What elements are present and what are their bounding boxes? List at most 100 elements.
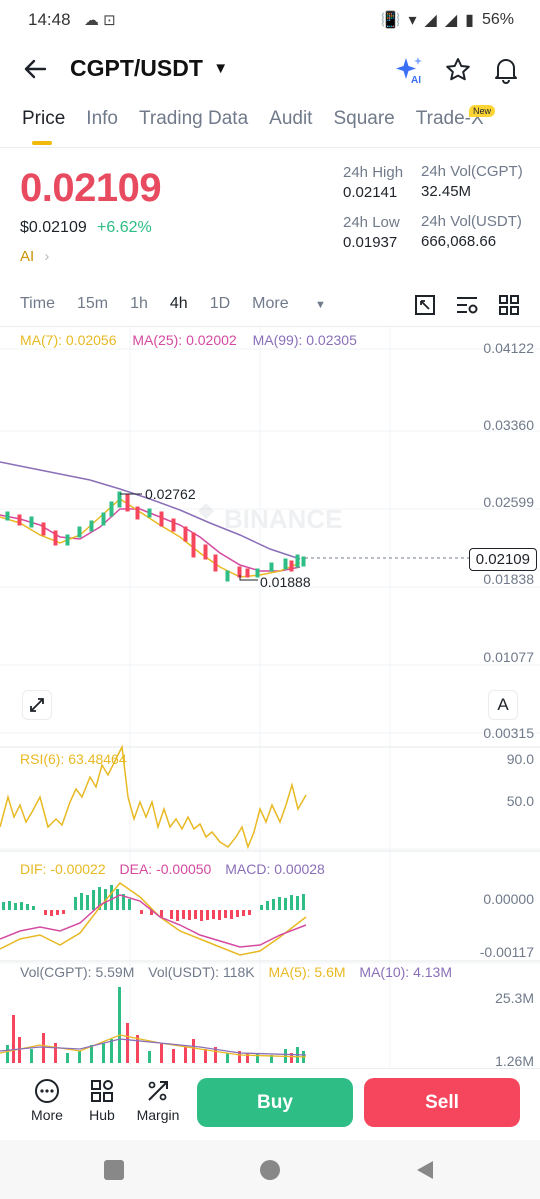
tab-square[interactable]: Square (333, 108, 394, 130)
price-axis-3: 0.02599 (483, 494, 534, 510)
price-axis-5: 0.01077 (483, 649, 534, 665)
vibrate-icon: 📳 (380, 12, 401, 29)
tab-audit[interactable]: Audit (269, 108, 312, 130)
ma99-label: MA(99): 0.02305 (252, 332, 357, 348)
tab-info[interactable]: Info (86, 108, 118, 130)
recent-apps-icon[interactable] (104, 1160, 124, 1180)
interval-1d[interactable]: 1D (210, 295, 230, 313)
low-marker: 0.01888 (260, 574, 311, 590)
status-icons: 📳 ▾ ◢ ◢ ▮ 56% (381, 10, 514, 30)
back-arrow-icon (24, 59, 47, 79)
expand-diagonal-icon (30, 698, 44, 712)
tab-trading-data[interactable]: Trading Data (139, 108, 248, 130)
ai-sparkle-icon: AI (396, 57, 422, 86)
battery-icon: ▮ (465, 12, 474, 29)
active-tab-indicator (32, 141, 52, 145)
tab-price[interactable]: Price (22, 108, 65, 130)
layout-grid-button[interactable] (498, 294, 520, 321)
pair-selector[interactable]: CGPT/USDT ▼ (70, 55, 228, 82)
new-badge: New (469, 105, 496, 117)
chart-expand-button[interactable] (414, 294, 436, 321)
more-dots-icon (35, 1079, 59, 1103)
vol-quote-label: 24h Vol(USDT) (421, 213, 522, 230)
interval-4h[interactable]: 4h (170, 295, 188, 313)
buy-button[interactable]: Buy (197, 1078, 353, 1127)
rsi-axis-1: 90.0 (506, 751, 534, 767)
current-price-tag: 0.02109 (468, 548, 537, 571)
status-bar: 14:48 ☁ ⊡ 📳 ▾ ◢ ◢ ▮ 56% (0, 0, 540, 40)
back-button[interactable] (22, 56, 48, 87)
home-icon[interactable] (260, 1160, 280, 1180)
vol-base-value: 32.45M (421, 183, 472, 200)
more-label: More (31, 1107, 63, 1123)
interval-15m[interactable]: 15m (77, 295, 108, 313)
macd-value-label: MACD: 0.00028 (225, 861, 325, 877)
margin-label: Margin (136, 1107, 180, 1123)
rsi-label: RSI(6): 63.48464 (20, 751, 127, 767)
divider (0, 147, 540, 148)
battery-percent: 56% (481, 11, 514, 28)
vol-base-label: Vol(CGPT): 5.59M (20, 964, 135, 980)
signal-icon: ◢ (424, 12, 437, 29)
usd-price: $0.02109 (20, 219, 87, 236)
star-icon (446, 58, 470, 81)
price-axis-4: 0.01838 (483, 571, 534, 587)
alert-button[interactable] (491, 55, 521, 90)
ai-sparkle-button[interactable]: AI (394, 55, 426, 90)
back-nav-icon[interactable] (414, 1159, 436, 1186)
favorite-button[interactable] (444, 56, 472, 89)
expand-chart-button[interactable] (22, 690, 52, 720)
hub-label: Hub (89, 1107, 115, 1123)
vol-ma10-label: MA(10): 4.13M (359, 964, 452, 980)
ai-label: AI (20, 248, 35, 265)
interval-more[interactable]: More ▼ (252, 295, 348, 313)
price-axis-2: 0.03360 (483, 417, 534, 433)
interval-bar: Time 15m 1h 4h 1D More ▼ (20, 295, 370, 313)
wifi-icon: ▾ (408, 12, 417, 29)
vol-axis-1: 25.3M (495, 990, 534, 1006)
macd-legend: DIF: -0.00022 DEA: -0.00050 MACD: 0.0002… (20, 861, 325, 877)
high-marker: 0.02762 (145, 486, 196, 502)
vol-quote-value: 666,068.66 (421, 233, 497, 250)
ma7-label: MA(7): 0.02056 (20, 332, 117, 348)
price-change: +6.62% (97, 219, 152, 236)
volume-legend: Vol(CGPT): 5.59M Vol(USDT): 118K MA(5): … (20, 964, 452, 980)
low-value: 0.01937 (343, 234, 398, 251)
pair-title: CGPT/USDT (70, 55, 203, 81)
ma25-label: MA(25): 0.02002 (132, 332, 237, 348)
high-label: 24h High (343, 164, 404, 181)
caret-down-icon: ▼ (315, 299, 326, 311)
detail-tabs: Price Info Trading Data Audit Square Tra… (22, 108, 484, 130)
price-axis-1: 0.04122 (483, 340, 534, 356)
back-triangle-icon (417, 1161, 433, 1179)
low-label: 24h Low (343, 214, 400, 231)
margin-button[interactable]: Margin (128, 1078, 188, 1123)
fullscreen-chart-icon (415, 295, 435, 315)
kline-chart[interactable]: BINANCE 0.02762 0.01888 (0, 327, 540, 1067)
auto-scale-button[interactable]: A (488, 690, 518, 720)
more-button[interactable]: More (17, 1078, 77, 1123)
indicator-settings-icon (457, 297, 478, 314)
chart-settings-button[interactable] (455, 294, 479, 321)
rsi-axis-2: 50.0 (506, 793, 534, 809)
status-time: 14:48 (28, 10, 71, 29)
last-price: 0.02109 (20, 166, 162, 210)
ma-legend: MA(7): 0.02056 MA(25): 0.02002 MA(99): 0… (20, 332, 357, 348)
macd-axis-1: 0.00000 (483, 891, 534, 907)
sell-button[interactable]: Sell (364, 1078, 520, 1127)
hub-button[interactable]: Hub (72, 1078, 132, 1123)
svg-text:AI: AI (411, 75, 421, 85)
notification-icon: ☁ ⊡ (84, 12, 116, 29)
vol-base-label: 24h Vol(CGPT) (421, 163, 523, 180)
ai-insight-link[interactable]: AI › (20, 248, 49, 265)
bell-icon (495, 59, 517, 84)
interval-time[interactable]: Time (20, 295, 55, 313)
interval-1h[interactable]: 1h (130, 295, 148, 313)
price-axis-6: 0.00315 (483, 725, 534, 741)
signal2-icon: ◢ (444, 12, 458, 29)
hub-icon (91, 1080, 113, 1102)
vol-axis-2: 1.26M (495, 1053, 534, 1069)
dif-label: DIF: -0.00022 (20, 861, 106, 877)
chevron-right-icon: › (44, 248, 50, 265)
high-value: 0.02141 (343, 184, 398, 201)
